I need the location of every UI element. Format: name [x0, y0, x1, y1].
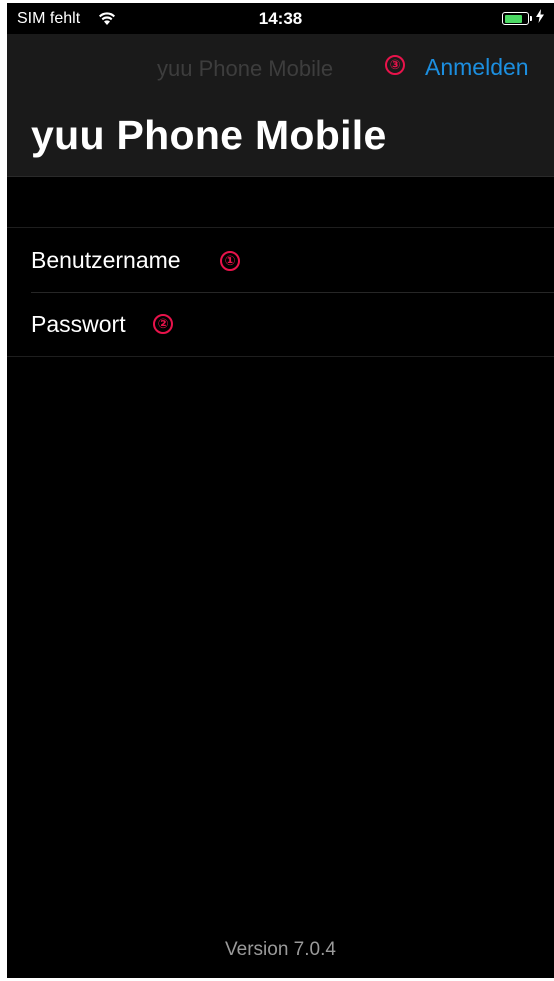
login-form: ① ②: [7, 227, 554, 357]
step-marker-3: ③: [385, 55, 405, 75]
step-marker-1: ①: [220, 251, 240, 271]
clock: 14:38: [258, 9, 303, 28]
username-field[interactable]: [31, 228, 201, 292]
password-row: ②: [7, 292, 554, 356]
signin-button[interactable]: Anmelden: [425, 54, 529, 81]
page-title: yuu Phone Mobile: [31, 112, 387, 158]
battery-icon: [502, 12, 529, 25]
password-field[interactable]: [31, 292, 139, 356]
battery-level: [504, 14, 523, 23]
status-bar: SIM fehlt 14:38: [7, 3, 554, 34]
username-row: ①: [7, 228, 554, 292]
step-marker-2: ②: [153, 314, 173, 334]
phone-screen: SIM fehlt 14:38 yuu Phone Mobile ③ Anmel…: [7, 3, 554, 978]
version-label: Version 7.0.4: [225, 939, 336, 960]
nav-small-title: yuu Phone Mobile: [157, 56, 334, 81]
navigation-bar: yuu Phone Mobile ③ Anmelden yuu Phone Mo…: [7, 34, 554, 177]
battery-tip: [530, 16, 532, 21]
charging-bolt-icon: [536, 9, 544, 23]
